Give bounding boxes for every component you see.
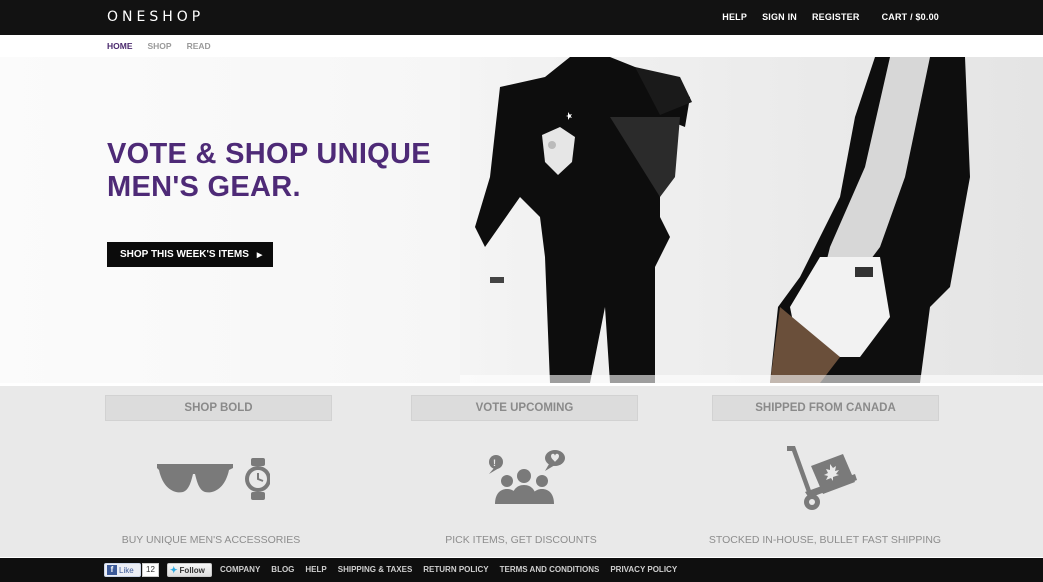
hero-banner: VOTE & SHOP UNIQUE MEN'S GEAR. SHOP THIS… bbox=[0, 57, 1043, 383]
top-bar: ONESHOP HELP SIGN IN REGISTER CART / $0.… bbox=[0, 0, 1043, 35]
shop-this-week-button[interactable]: SHOP THIS WEEK'S ITEMS ▶ bbox=[107, 242, 273, 267]
feature-heading-vote-upcoming: VOTE UPCOMING bbox=[411, 395, 638, 421]
account-nav: HELP SIGN IN REGISTER CART / $0.00 bbox=[707, 12, 939, 22]
cart-link[interactable]: CART / $0.00 bbox=[882, 12, 939, 22]
twitter-follow-button[interactable]: ✦ Follow bbox=[167, 563, 212, 577]
facebook-like-label: Like bbox=[119, 565, 134, 575]
shop-button-label: SHOP THIS WEEK'S ITEMS bbox=[120, 249, 249, 260]
sunglasses-watch-icon bbox=[157, 458, 270, 500]
footer-link-privacy[interactable]: PRIVACY POLICY bbox=[610, 565, 677, 574]
footer-nav: COMPANY BLOG HELP SHIPPING & TAXES RETUR… bbox=[220, 565, 688, 574]
people-vote-icon: ! bbox=[489, 450, 565, 504]
features-section: SHOP BOLD VOTE UPCOMING SHIPPED FROM CAN… bbox=[0, 386, 1043, 557]
feature-text-discounts: PICK ITEMS, GET DISCOUNTS bbox=[445, 534, 597, 546]
feature-text-shipping: STOCKED IN-HOUSE, BULLET FAST SHIPPING bbox=[708, 534, 942, 546]
feature-heading-shipped-canada: SHIPPED FROM CANADA bbox=[712, 395, 939, 421]
nav-home[interactable]: HOME bbox=[107, 41, 133, 51]
footer-link-help[interactable]: HELP bbox=[305, 565, 326, 574]
footer-link-company[interactable]: COMPANY bbox=[220, 565, 260, 574]
footer-link-terms[interactable]: TERMS AND CONDITIONS bbox=[500, 565, 600, 574]
feature-heading-shop-bold: SHOP BOLD bbox=[105, 395, 332, 421]
footer-link-shipping-taxes[interactable]: SHIPPING & TAXES bbox=[338, 565, 413, 574]
main-nav: HOME SHOP READ bbox=[107, 41, 226, 51]
help-link[interactable]: HELP bbox=[722, 12, 747, 22]
feature-text-accessories: BUY UNIQUE MEN'S ACCESSORIES bbox=[121, 534, 301, 546]
sign-in-link[interactable]: SIGN IN bbox=[762, 12, 797, 22]
hero-photo bbox=[460, 57, 1043, 383]
footer-link-return-policy[interactable]: RETURN POLICY bbox=[423, 565, 488, 574]
register-link[interactable]: REGISTER bbox=[812, 12, 860, 22]
site-logo[interactable]: ONESHOP bbox=[107, 9, 204, 25]
twitter-bird-icon: ✦ bbox=[170, 564, 178, 575]
facebook-like-button[interactable]: f Like bbox=[104, 563, 141, 577]
facebook-like-count: 12 bbox=[142, 563, 159, 577]
twitter-follow-label: Follow bbox=[179, 565, 205, 575]
hero-headline: VOTE & SHOP UNIQUE MEN'S GEAR. bbox=[107, 138, 431, 203]
svg-text:!: ! bbox=[493, 458, 496, 468]
footer: f Like 12 ✦ Follow COMPANY BLOG HELP SHI… bbox=[0, 558, 1043, 582]
footer-link-blog[interactable]: BLOG bbox=[271, 565, 294, 574]
hand-truck-maple-icon bbox=[787, 446, 857, 510]
nav-shop[interactable]: SHOP bbox=[148, 41, 172, 51]
facebook-icon: f bbox=[107, 565, 117, 575]
nav-read[interactable]: READ bbox=[187, 41, 211, 51]
play-arrow-icon: ▶ bbox=[256, 251, 263, 259]
